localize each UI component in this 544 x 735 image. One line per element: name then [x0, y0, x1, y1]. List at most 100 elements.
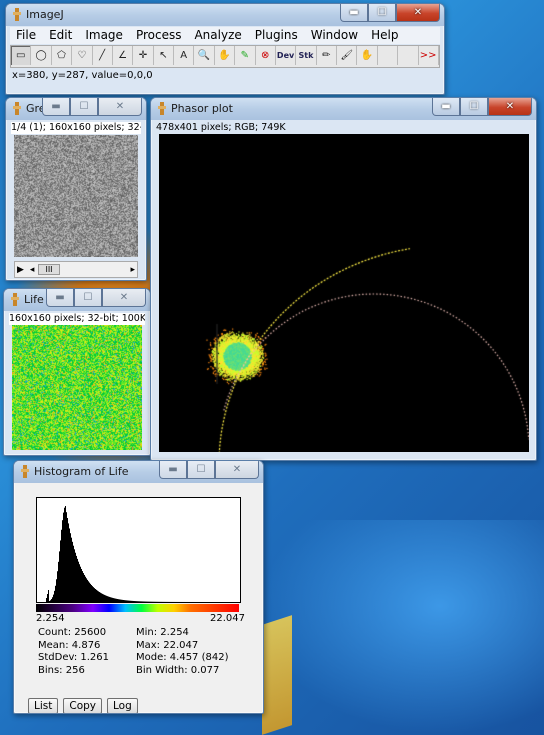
lut-colorbar	[36, 604, 239, 612]
wand-tool-icon[interactable]: ↖	[154, 46, 174, 65]
minimize-button[interactable]: ▬	[340, 4, 368, 22]
histogram-bar	[131, 600, 132, 602]
menu-process[interactable]: Process	[130, 27, 189, 44]
life-time-window: Life Ti... ▬ ☐ ✕ 160x160 pixels; 32-bit;…	[3, 288, 151, 456]
life-image-canvas[interactable]	[12, 325, 142, 450]
freehand-tool-icon[interactable]: ♡	[72, 46, 93, 65]
maximize-button[interactable]: ☐	[368, 4, 396, 22]
close-button[interactable]: ✕	[488, 98, 532, 116]
close-button[interactable]: ✕	[102, 289, 146, 307]
histogram-bar	[59, 551, 60, 602]
phasor-titlebar[interactable]: Phasor plot ▬ ☐ ✕	[151, 98, 536, 120]
point-tool-icon[interactable]: ✛	[133, 46, 154, 65]
copy-button[interactable]: Copy	[63, 698, 102, 713]
max-stat: Max: 22.047	[136, 639, 199, 651]
rectangle-tool-icon[interactable]: ▭	[11, 46, 32, 65]
phasor-plot-canvas[interactable]	[159, 134, 529, 452]
magnifier-tool-icon-glyph: 🔍	[197, 50, 211, 61]
histogram-plot	[36, 497, 241, 603]
histogram-bar	[97, 590, 98, 602]
histogram-bar	[89, 582, 90, 602]
histogram-bar	[122, 599, 123, 602]
green-tif-window: Green.tif ▬ ☐ ✕ 1/4 (1); 160x160 pixels;…	[5, 97, 147, 281]
green-titlebar[interactable]: Green.tif ▬ ☐ ✕	[6, 98, 146, 120]
oval-tool-icon[interactable]: ◯	[31, 46, 52, 65]
histogram-bar	[60, 540, 61, 602]
line-tool-icon[interactable]: ╱	[93, 46, 113, 65]
histogram-bar	[106, 595, 107, 602]
minimize-button[interactable]: ▬	[46, 289, 74, 307]
status-bar: x=380, y=287, value=0,0,0	[12, 70, 153, 81]
histogram-bars	[46, 506, 240, 602]
histogram-bar	[78, 561, 79, 602]
log-button[interactable]: Log	[107, 698, 138, 713]
histogram-bar	[55, 585, 56, 602]
scroll-right-icon[interactable]: ▸	[130, 265, 135, 275]
histogram-bar	[57, 571, 58, 602]
menu-edit[interactable]: Edit	[43, 27, 79, 44]
imagej-titlebar[interactable]: ImageJ ▬ ☐ ✕	[6, 4, 444, 26]
menu-file[interactable]: File	[10, 27, 43, 44]
dev-tool-icon[interactable]: Dev	[276, 46, 297, 65]
histogram-bar	[77, 558, 78, 602]
histogram-bar	[113, 598, 114, 602]
menu-analyze[interactable]: Analyze	[188, 27, 248, 44]
stack-slider[interactable]: ▶ ◂ III ▸	[14, 261, 138, 278]
maximize-button[interactable]: ☐	[70, 98, 98, 116]
green-image-canvas[interactable]	[14, 135, 138, 257]
menu-image[interactable]: Image	[79, 27, 130, 44]
minimize-button[interactable]: ▬	[432, 98, 460, 116]
life-titlebar[interactable]: Life Ti... ▬ ☐ ✕	[4, 289, 150, 311]
close-button[interactable]: ✕	[215, 461, 259, 479]
brush-tool-icon[interactable]: 🖌	[337, 46, 358, 65]
play-icon[interactable]: ▶	[17, 265, 24, 275]
histogram-bar	[121, 599, 122, 602]
histogram-titlebar[interactable]: Histogram of Life ▬ ☐ ✕	[14, 461, 263, 483]
histogram-bar	[72, 541, 73, 602]
mode-stat: Mode: 4.457 (842)	[136, 652, 229, 663]
histogram-bar	[129, 600, 130, 602]
magnifier-tool-icon[interactable]: 🔍	[194, 46, 215, 65]
minimize-button[interactable]: ▬	[159, 461, 187, 479]
empty-tool-1[interactable]	[378, 46, 399, 65]
histogram-bar	[88, 581, 89, 602]
list-button[interactable]: List	[28, 698, 59, 713]
histogram-bar	[120, 599, 121, 602]
maximize-button[interactable]: ☐	[74, 289, 102, 307]
pencil-tool-icon[interactable]: ✏	[317, 46, 337, 65]
angle-tool-icon[interactable]: ∠	[113, 46, 134, 65]
empty-tool-2[interactable]	[398, 46, 419, 65]
more-tools-icon[interactable]: >>	[419, 46, 439, 65]
histogram-bar	[136, 601, 137, 602]
histogram-bar	[109, 596, 110, 602]
oval-tool-icon-glyph: ◯	[35, 50, 47, 61]
close-button[interactable]: ✕	[98, 98, 142, 116]
menu-help[interactable]: Help	[365, 27, 405, 44]
text-tool-icon-glyph: A	[180, 50, 188, 61]
stop-tool-icon[interactable]: ⊗	[256, 46, 276, 65]
color-picker-tool-icon-glyph: ✎	[240, 50, 249, 61]
maximize-button[interactable]: ☐	[187, 461, 215, 479]
menu-window[interactable]: Window	[305, 27, 365, 44]
text-tool-icon[interactable]: A	[174, 46, 195, 65]
histogram-bar	[74, 549, 75, 602]
scroll-thumb[interactable]: III	[38, 264, 60, 275]
menu-plugins[interactable]: Plugins	[249, 27, 305, 44]
histogram-bar	[108, 596, 109, 602]
histogram-bar	[103, 594, 104, 602]
histogram-bar	[126, 600, 127, 602]
close-button[interactable]: ✕	[396, 4, 440, 22]
histogram-bar	[115, 598, 116, 602]
maximize-button[interactable]: ☐	[460, 98, 488, 116]
minimize-button[interactable]: ▬	[42, 98, 70, 116]
stk-tool-icon[interactable]: Stk	[296, 46, 317, 65]
histogram-bar	[101, 593, 102, 602]
histogram-bar	[81, 568, 82, 602]
polygon-tool-icon[interactable]: ⬠	[52, 46, 73, 65]
flood-fill-tool-icon[interactable]: ✋	[357, 46, 378, 65]
scroll-left-icon[interactable]: ◂	[30, 265, 35, 275]
histogram-bar	[82, 571, 83, 602]
histogram-bar	[99, 592, 100, 602]
hand-tool-icon[interactable]: ✋	[215, 46, 236, 65]
color-picker-tool-icon[interactable]: ✎	[235, 46, 256, 65]
